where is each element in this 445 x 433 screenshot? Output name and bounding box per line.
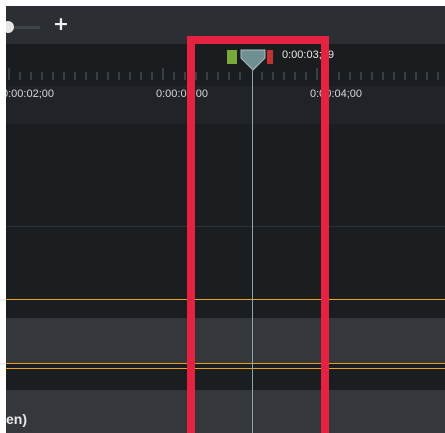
track-1[interactable] bbox=[6, 124, 445, 226]
track-3[interactable] bbox=[6, 318, 445, 363]
guide-line-2 bbox=[6, 363, 445, 364]
zoom-in-button[interactable]: + bbox=[53, 13, 69, 35]
ruler-labels: 0:00:02;00 0:00:03;00 0:00:04;00 bbox=[6, 86, 445, 104]
track-2[interactable] bbox=[6, 227, 445, 299]
zoom-slider-knob[interactable] bbox=[6, 21, 14, 33]
track-4[interactable]: en) bbox=[6, 390, 445, 433]
ruler-ticks bbox=[8, 68, 439, 80]
timeline-toolbar: + bbox=[6, 6, 445, 44]
ruler-label-3s: 0:00:03;00 bbox=[156, 88, 208, 100]
track-gap-1 bbox=[6, 300, 445, 318]
ruler-label-2s: 0:00:02;00 bbox=[6, 88, 54, 100]
track-label: en) bbox=[6, 411, 27, 427]
track-gap-2 bbox=[6, 369, 445, 390]
zoom-slider-track[interactable] bbox=[14, 26, 40, 29]
playhead-handle[interactable] bbox=[239, 48, 267, 72]
out-point-marker[interactable] bbox=[267, 50, 273, 64]
timeline-panel: + 0:00:02;00 0:00:03;00 0:00:04;00 en) 0… bbox=[6, 6, 445, 433]
ruler-spacer bbox=[6, 104, 445, 124]
ruler-label-4s: 0:00:04;00 bbox=[310, 88, 362, 100]
in-point-marker[interactable] bbox=[227, 50, 237, 64]
playhead-time: 0:00:03;19 bbox=[282, 49, 334, 61]
playhead-line bbox=[252, 68, 253, 433]
